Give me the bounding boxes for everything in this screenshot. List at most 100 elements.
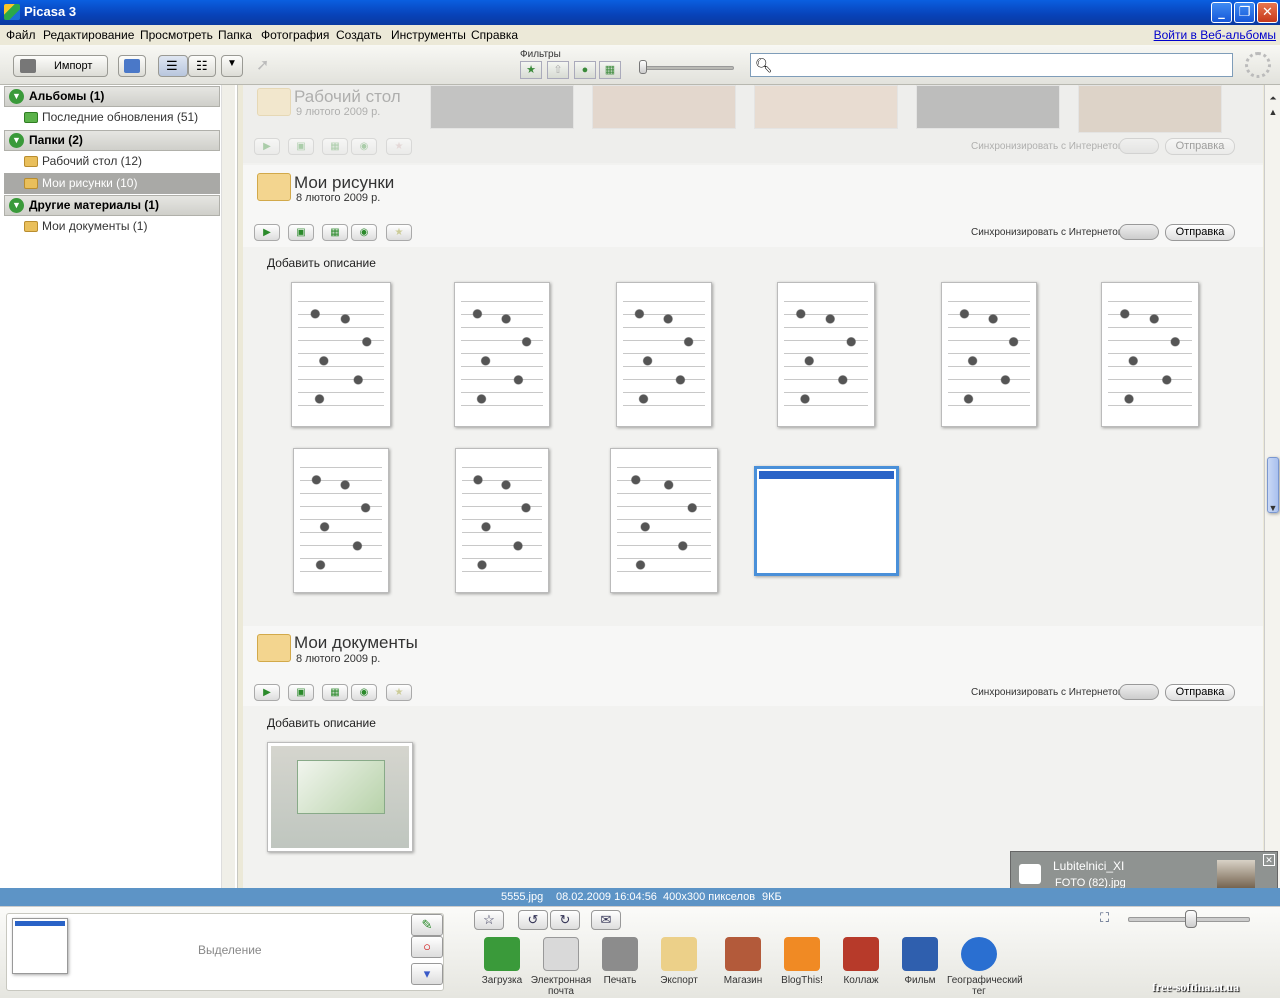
collapse-icon[interactable]: ▼ (9, 89, 24, 104)
filter-date-slider-handle[interactable] (639, 60, 647, 74)
rotate-right-button[interactable]: ↻ (550, 910, 580, 930)
section-other[interactable]: ▼ Другие материалы (1) (4, 195, 220, 216)
sidebar-item-my-pictures[interactable]: Мои рисунки (10) (4, 173, 220, 194)
photo-thumbnail[interactable] (1078, 85, 1222, 133)
people-icon[interactable]: ➚ (256, 55, 290, 77)
photo-thumbnail[interactable] (777, 282, 875, 427)
menu-folder[interactable]: Папка (218, 28, 252, 42)
photo-thumbnail[interactable] (430, 85, 574, 129)
share-button[interactable]: Отправка (1165, 138, 1235, 155)
folder-title[interactable]: Рабочий стол (294, 87, 401, 107)
photo-thumbnail[interactable] (454, 282, 550, 427)
close-button[interactable]: ✕ (1257, 2, 1278, 23)
photo-thumbnail[interactable] (941, 282, 1037, 427)
add-to-album-button[interactable] (118, 55, 146, 77)
menu-view[interactable]: Просмотреть (140, 28, 213, 42)
rotate-left-button[interactable]: ↺ (518, 910, 548, 930)
collapse-icon[interactable]: ▼ (9, 133, 24, 148)
photo-thumbnail[interactable] (291, 282, 391, 427)
view-list-button[interactable]: ☷ (188, 55, 216, 77)
photo-thumbnail[interactable] (616, 282, 712, 427)
section-folders[interactable]: ▼ Папки (2) (4, 130, 220, 151)
menu-tools[interactable]: Инструменты (391, 28, 466, 42)
star-button[interactable]: ★ (386, 138, 412, 155)
star-button[interactable]: ★ (386, 224, 412, 241)
play-slideshow-button[interactable]: ▶ (254, 138, 280, 155)
menu-create[interactable]: Создать (336, 28, 382, 42)
selected-photo-thumbnail[interactable] (754, 466, 899, 576)
menu-edit[interactable]: Редактирование (43, 28, 134, 42)
view-thumbnails-button[interactable]: ☰ (158, 55, 188, 77)
tray-thumbnail[interactable] (12, 918, 68, 974)
photo-thumbnail[interactable] (1101, 282, 1199, 427)
collage-button[interactable]: ▣ (288, 224, 314, 241)
minimize-button[interactable]: _ (1211, 2, 1232, 23)
menu-file[interactable]: Файл (6, 28, 36, 42)
filter-uploaded-button[interactable]: ⇧ (547, 61, 569, 79)
add-to-album-tray-button[interactable]: ▾ (411, 963, 443, 985)
collage-button[interactable]: ▣ (288, 138, 314, 155)
geotag-button[interactable]: ◉ (351, 138, 377, 155)
add-description-link[interactable]: Добавить описание (267, 256, 376, 270)
photo-thumbnail[interactable] (916, 85, 1060, 129)
library-scrollbar[interactable] (221, 85, 235, 888)
collapse-icon[interactable]: ▼ (9, 198, 24, 213)
folder-title[interactable]: Мои документы (294, 633, 418, 653)
restore-button[interactable]: ❐ (1234, 2, 1255, 23)
view-options-dropdown[interactable]: ▼ (221, 55, 243, 77)
export-button[interactable]: Экспорт (647, 935, 711, 986)
filter-movies-button[interactable]: ▦ (599, 61, 621, 79)
web-albums-link[interactable]: Войти в Веб-альбомы (1154, 28, 1276, 42)
movie-button[interactable]: ▦ (322, 684, 348, 701)
movie-tray-button[interactable]: Фильм (888, 935, 952, 986)
share-button[interactable]: Отправка (1165, 684, 1235, 701)
scroll-down-icon[interactable]: ▼ (1266, 501, 1280, 515)
shop-button[interactable]: Магазин (711, 935, 775, 986)
blogthis-button[interactable]: BlogThis! (770, 935, 834, 986)
search-input[interactable]: 🔍︎ (750, 53, 1233, 77)
email-button[interactable]: Электронная почта (529, 935, 593, 997)
play-slideshow-button[interactable]: ▶ (254, 684, 280, 701)
star-photo-button[interactable]: ☆ (474, 910, 504, 930)
photo-thumbnail[interactable] (754, 85, 898, 129)
filter-faces-button[interactable]: ● (574, 61, 596, 79)
star-button[interactable]: ★ (386, 684, 412, 701)
photo-thumbnail[interactable] (610, 448, 718, 593)
sync-toggle[interactable] (1119, 138, 1159, 154)
collage-tray-button[interactable]: Коллаж (829, 935, 893, 986)
section-albums[interactable]: ▼ Альбомы (1) (4, 86, 220, 107)
tag-button[interactable]: ✉ (591, 910, 621, 930)
folder-title[interactable]: Мои рисунки (294, 173, 394, 193)
scroll-top-icon[interactable]: ⏶ (1266, 91, 1280, 105)
import-button[interactable]: Импорт (13, 55, 108, 77)
sidebar-item-recent-updates[interactable]: Последние обновления (51) (4, 107, 220, 128)
thumbnail-size-handle[interactable] (1185, 910, 1197, 928)
movie-button[interactable]: ▦ (322, 138, 348, 155)
photo-thumbnail[interactable] (293, 448, 389, 593)
filter-date-slider[interactable] (640, 66, 734, 70)
filter-starred-button[interactable]: ★ (520, 61, 542, 79)
photo-thumbnail[interactable] (592, 85, 736, 129)
geotag-button[interactable]: ◉ (351, 224, 377, 241)
movie-button[interactable]: ▦ (322, 224, 348, 241)
photo-thumbnail[interactable] (455, 448, 549, 593)
geotag-tray-button[interactable]: Географический тег (947, 935, 1023, 997)
geotag-button[interactable]: ◉ (351, 684, 377, 701)
clear-selection-button[interactable]: ○ (411, 936, 443, 958)
sync-toggle[interactable] (1119, 224, 1159, 240)
share-button[interactable]: Отправка (1165, 224, 1235, 241)
print-button[interactable]: Печать (588, 935, 652, 986)
sync-toggle[interactable] (1119, 684, 1159, 700)
menu-help[interactable]: Справка (471, 28, 518, 42)
play-slideshow-button[interactable]: ▶ (254, 224, 280, 241)
scroll-up-icon[interactable]: ▲ (1266, 105, 1280, 119)
hold-pin-button[interactable]: ✎ (411, 914, 443, 936)
add-description-link[interactable]: Добавить описание (267, 716, 376, 730)
collage-button[interactable]: ▣ (288, 684, 314, 701)
lightbox-scrollbar[interactable]: ⏶ ▲ ▼ (1264, 85, 1280, 888)
upload-button[interactable]: Загрузка (470, 935, 534, 986)
sidebar-item-desktop[interactable]: Рабочий стол (12) (4, 151, 220, 172)
photo-thumbnail[interactable] (267, 742, 413, 852)
close-icon[interactable]: ✕ (1263, 854, 1275, 866)
sidebar-item-my-documents[interactable]: Мои документы (1) (4, 216, 220, 237)
